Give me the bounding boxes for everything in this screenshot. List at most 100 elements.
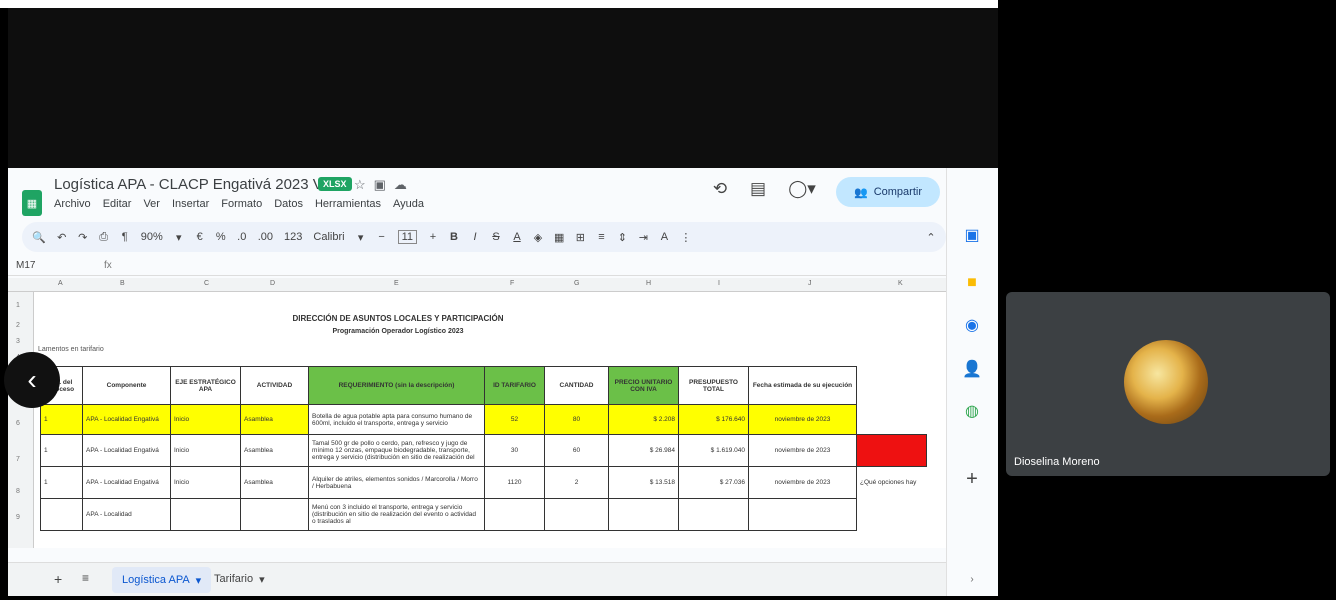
row-number[interactable]: 2 — [16, 322, 20, 329]
cell-price[interactable]: $ 2.208 — [608, 404, 679, 435]
paint-format-icon[interactable]: ¶ — [120, 231, 130, 243]
cell-process[interactable]: 1 — [40, 404, 83, 435]
cell-process[interactable]: 1 — [40, 434, 83, 467]
row-number[interactable]: 3 — [16, 338, 20, 345]
cell-component[interactable]: APA - Localidad Engativá — [82, 466, 171, 499]
menu-ayuda[interactable]: Ayuda — [393, 198, 424, 210]
cell-price[interactable] — [608, 498, 679, 531]
chevron-down-icon[interactable]: ▾ — [174, 231, 184, 244]
currency-format-button[interactable]: € — [195, 231, 205, 243]
header-cell[interactable]: ACTIVIDAD — [240, 366, 309, 405]
italic-button[interactable]: I — [470, 231, 480, 243]
tab-logistica-apa[interactable]: Logística APA ▾ — [112, 567, 212, 593]
header-cell[interactable]: PRESUPUESTO TOTAL — [678, 366, 749, 405]
row-number[interactable]: 7 — [16, 456, 20, 463]
font-size-input[interactable]: 11 — [397, 230, 417, 244]
sheet-grid[interactable]: 1 2 3 4 5 6 7 8 9 DIRECCIÓN DE ASUNTOS L… — [8, 292, 946, 548]
row-number[interactable]: 1 — [16, 302, 20, 309]
empty-cell[interactable] — [857, 405, 927, 435]
text-rotation-icon[interactable]: A — [659, 231, 669, 243]
cell-eje[interactable] — [170, 498, 241, 531]
col-header[interactable]: G — [574, 280, 579, 287]
cell-id[interactable]: 1120 — [484, 466, 545, 499]
text-color-button[interactable]: A — [512, 231, 522, 243]
cell-total[interactable]: $ 1.619.040 — [678, 434, 749, 467]
cell-qty[interactable]: 60 — [544, 434, 609, 467]
cell-component[interactable]: APA - Localidad — [82, 498, 171, 531]
col-header[interactable]: E — [394, 280, 399, 287]
back-button[interactable]: ‹ — [4, 352, 60, 408]
decrease-decimal-button[interactable]: .0 — [237, 231, 247, 243]
row-number[interactable]: 8 — [16, 488, 20, 495]
cell-qty[interactable] — [544, 498, 609, 531]
row-number[interactable]: 6 — [16, 420, 20, 427]
cell-process[interactable]: 1 — [40, 466, 83, 499]
maps-icon[interactable]: ◍ — [961, 400, 983, 422]
menu-ver[interactable]: Ver — [143, 198, 160, 210]
empty-cell[interactable] — [857, 499, 927, 531]
col-header[interactable]: H — [646, 280, 651, 287]
header-cell[interactable]: CANTIDAD — [544, 366, 609, 405]
header-cell[interactable]: EJE ESTRATÉGICO APA — [170, 366, 241, 405]
header-cell[interactable]: REQUERIMIENTO (sin la descripción) — [308, 366, 485, 405]
cell-activity[interactable]: Asamblea — [240, 434, 309, 467]
tasks-icon[interactable]: ◉ — [961, 314, 983, 336]
empty-cell[interactable] — [857, 367, 927, 405]
all-sheets-icon[interactable]: ≡ — [82, 571, 89, 585]
table-row[interactable]: 1 APA - Localidad Engativá Inicio Asambl… — [40, 466, 927, 499]
header-cell[interactable]: ID TARIFARIO — [484, 366, 545, 405]
cell-activity[interactable] — [240, 498, 309, 531]
col-header[interactable]: K — [898, 280, 903, 287]
cell-eje[interactable]: Inicio — [170, 404, 241, 435]
tab-tarifario[interactable]: Tarifario ▾ — [214, 573, 265, 586]
header-cell[interactable]: Fecha estimada de su ejecución — [748, 366, 857, 405]
cell-qty[interactable]: 80 — [544, 404, 609, 435]
align-horizontal-icon[interactable]: ≡ — [596, 231, 606, 243]
keep-icon[interactable]: ■ — [961, 272, 983, 294]
cell-eje[interactable]: Inicio — [170, 466, 241, 499]
cell-date[interactable]: noviembre de 2023 — [748, 404, 857, 435]
menu-editar[interactable]: Editar — [103, 198, 132, 210]
meet-icon[interactable]: ◯▾ — [784, 174, 820, 204]
cell-id[interactable] — [484, 498, 545, 531]
cell-requirement[interactable]: Alquiler de atriles, elementos sonidos /… — [308, 466, 485, 499]
cell-price[interactable]: $ 13.518 — [608, 466, 679, 499]
cell-component[interactable]: APA - Localidad Engativá — [82, 434, 171, 467]
table-row[interactable]: APA - Localidad Menú con 3 incluido el t… — [40, 498, 927, 531]
menu-archivo[interactable]: Archivo — [54, 198, 91, 210]
strikethrough-button[interactable]: S — [491, 231, 501, 243]
chevron-right-icon[interactable]: › — [961, 568, 983, 590]
text-wrap-icon[interactable]: ⇥ — [638, 231, 648, 244]
cell-activity[interactable]: Asamblea — [240, 466, 309, 499]
header-cell[interactable]: PRECIO UNITARIO CON IVA — [608, 366, 679, 405]
header-cell[interactable]: Componente — [82, 366, 171, 405]
cell-eje[interactable]: Inicio — [170, 434, 241, 467]
sheets-logo-icon[interactable]: ▦ — [22, 190, 42, 216]
align-vertical-icon[interactable]: ⇕ — [617, 231, 627, 244]
cell-id[interactable]: 52 — [484, 404, 545, 435]
col-header[interactable]: B — [120, 280, 125, 287]
overflow-note-cell[interactable]: ¿Qué opciones hay — [857, 467, 927, 499]
col-header[interactable]: J — [808, 280, 812, 287]
contacts-icon[interactable]: 👤 — [961, 358, 983, 380]
cell-component[interactable]: APA - Localidad Engativá — [82, 404, 171, 435]
font-select[interactable]: Calibri — [313, 231, 344, 243]
chevron-down-icon[interactable]: ▾ — [196, 574, 202, 587]
red-flag-cell[interactable] — [856, 434, 927, 467]
chevron-down-icon[interactable]: ▾ — [259, 573, 265, 586]
col-header[interactable]: A — [58, 280, 63, 287]
collapse-toolbar-icon[interactable]: ⌃ — [926, 231, 936, 244]
cell-activity[interactable]: Asamblea — [240, 404, 309, 435]
cell-qty[interactable]: 2 — [544, 466, 609, 499]
cell-date[interactable]: noviembre de 2023 — [748, 466, 857, 499]
zoom-select[interactable]: 90% — [141, 231, 163, 243]
cell-total[interactable]: $ 176.640 — [678, 404, 749, 435]
add-on-icon[interactable]: + — [961, 468, 983, 490]
row-number[interactable]: 9 — [16, 514, 20, 521]
cell-process[interactable] — [40, 498, 83, 531]
col-header[interactable]: F — [510, 280, 514, 287]
comments-icon[interactable]: ▤ — [746, 174, 770, 204]
cell-total[interactable] — [678, 498, 749, 531]
percent-format-button[interactable]: % — [216, 231, 226, 243]
table-row[interactable]: 1 APA - Localidad Engativá Inicio Asambl… — [40, 434, 927, 467]
